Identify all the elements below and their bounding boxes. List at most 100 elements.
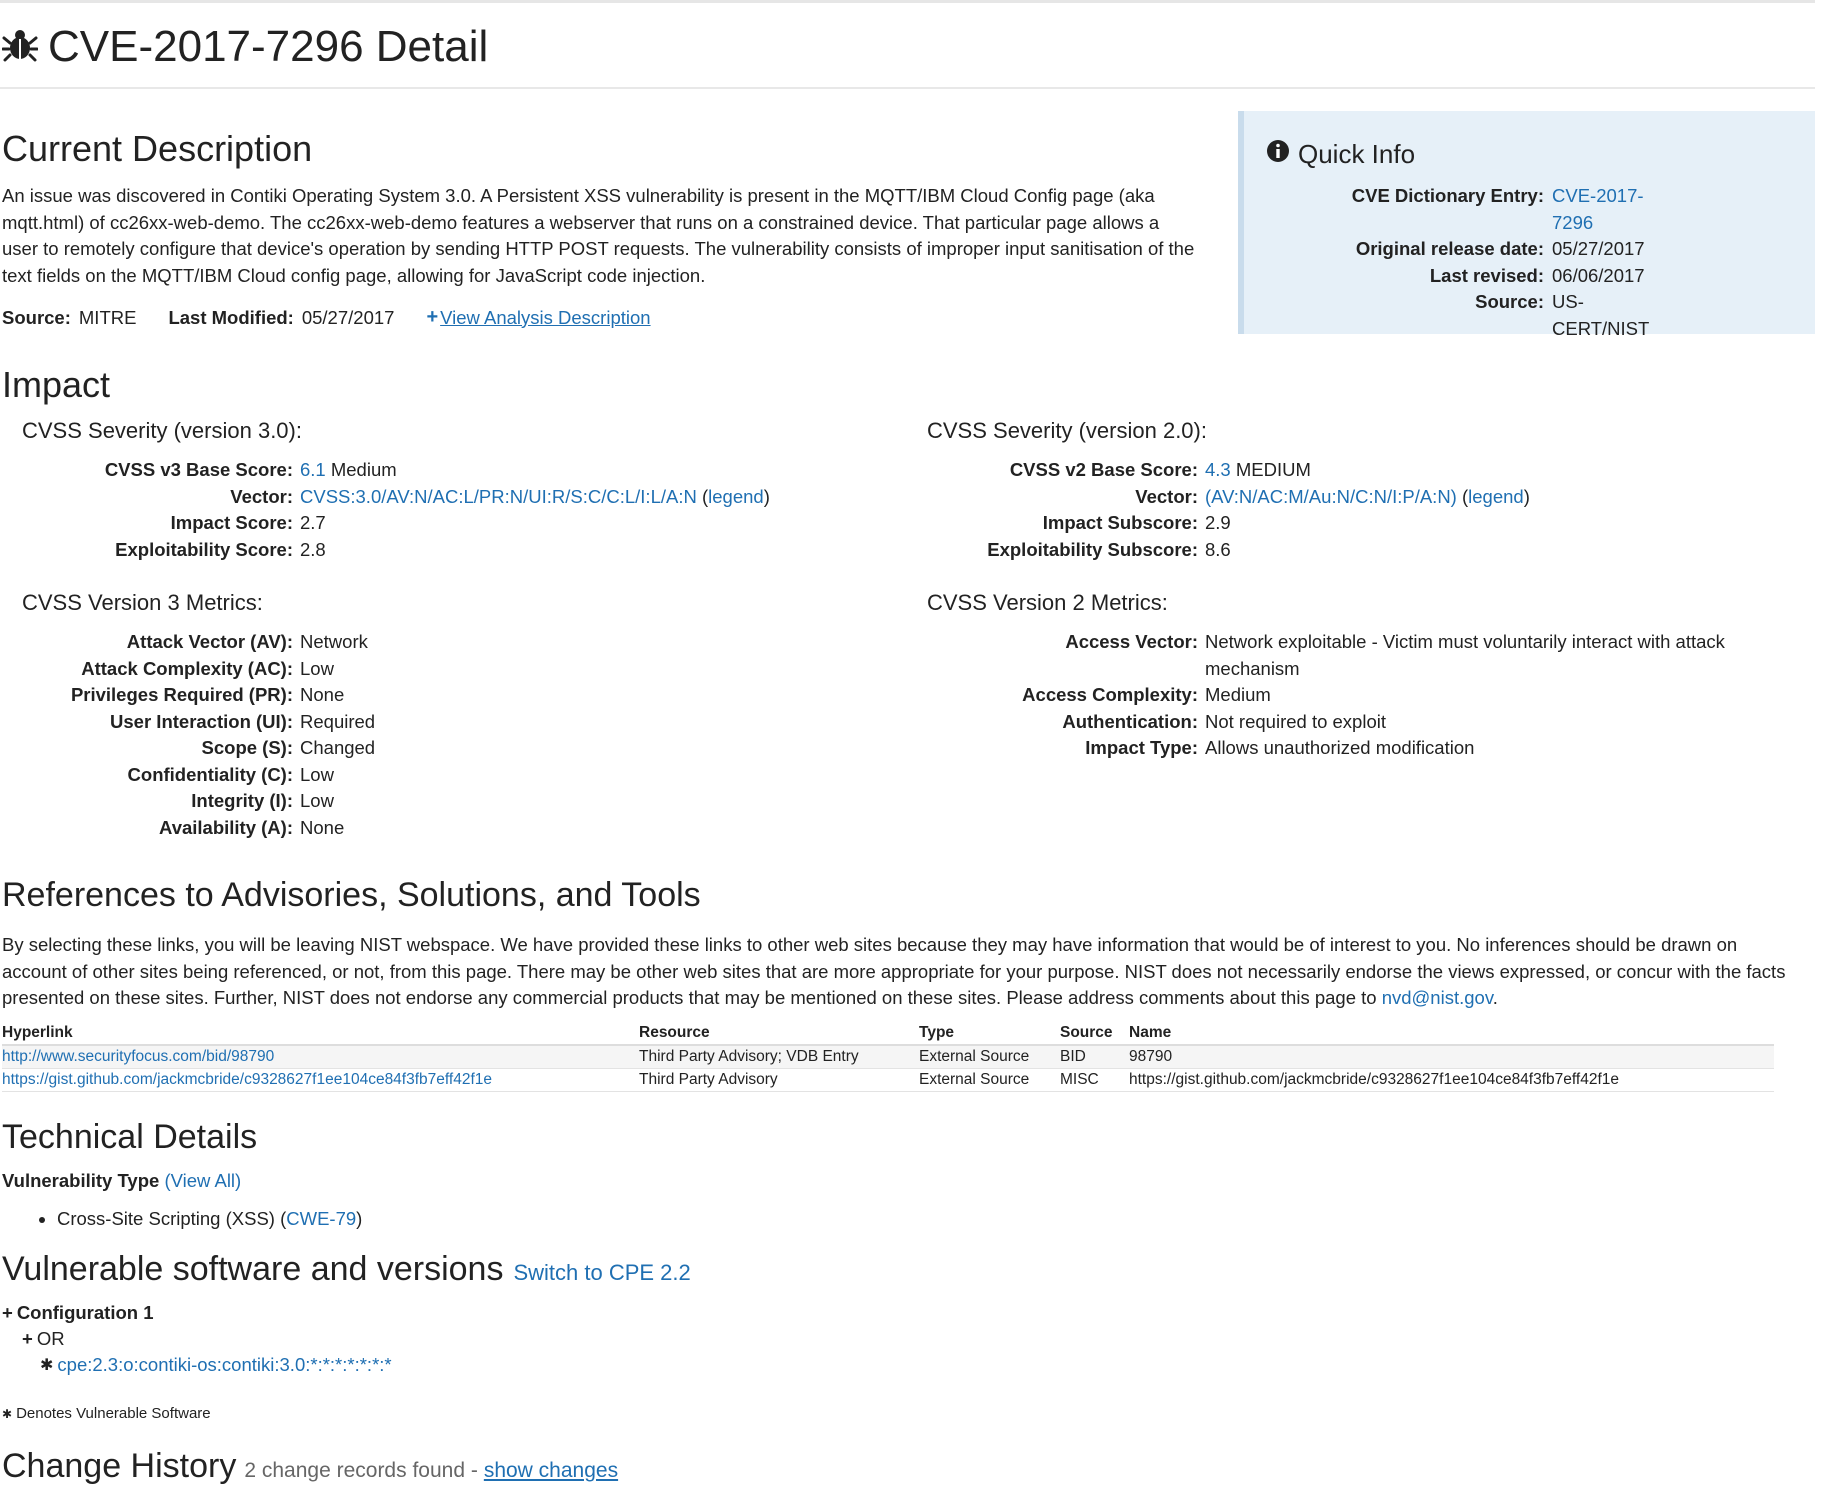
quick-info-title: Quick Info [1298,139,1416,169]
ref-name: 98790 [1129,1045,1774,1069]
v3-metric-label: Attack Vector (AV): [126,631,293,652]
quick-source-label: Source: [1475,291,1544,312]
cvss-v3-scores: CVSS v3 Base Score: 6.1 Medium Vector: C… [0,457,770,563]
cvss-v2-metrics-heading: CVSS Version 2 Metrics: [927,590,1168,615]
top-rule [0,0,1815,3]
v3-base-score-link[interactable]: 6.1 [300,459,326,480]
v3-metric-label: Attack Complexity (AC): [81,657,293,679]
v3-metric-value: None [300,816,345,838]
cvss-v3-heading: CVSS Severity (version 3.0): [22,418,302,443]
v3-exploit-value: 2.8 [300,538,326,560]
table-row: https://gist.github.com/jackmcbride/c932… [2,1068,1774,1092]
view-analysis-link[interactable]: View Analysis Description [440,307,650,329]
page-title: CVE-2017-7296 Detail [48,22,489,71]
software-heading: Vulnerable software and versions [2,1250,504,1288]
or-toggle[interactable]: + OR [22,1328,65,1350]
references-intro: By selecting these links, you will be le… [2,934,1786,1008]
v3-vector-link[interactable]: CVSS:3.0/AV:N/AC:L/PR:N/UI:R/S:C/C:L/I:L… [300,486,697,507]
v3-metric-value: Changed [300,737,376,758]
release-date-label: Original release date: [1355,238,1544,259]
plus-icon: + [426,306,439,328]
v2-base-label: CVSS v2 Base Score: [1009,459,1198,480]
v2-base-score-link[interactable]: 4.3 [1205,459,1231,480]
quick-info-header: Quick Info [1266,139,1415,170]
cvss-v2-scores: CVSS v2 Base Score: 4.3 MEDIUM Vector: (… [905,457,1530,563]
v2-exploit-label: Exploitability Subscore: [987,538,1198,560]
cwe-link[interactable]: CWE-79 [286,1208,356,1229]
table-row: http://www.securityfocus.com/bid/98790 T… [2,1045,1774,1069]
v3-metric-label: Confidentiality (C): [127,763,293,785]
info-icon [1266,139,1290,170]
v3-exploit-label: Exploitability Score: [115,538,293,560]
ref-hyperlink[interactable]: http://www.securityfocus.com/bid/98790 [2,1048,274,1065]
configuration-toggle[interactable]: + Configuration 1 [2,1302,154,1324]
v2-severity: MEDIUM [1235,459,1311,480]
software-header: Vulnerable software and versions Switch … [2,1250,691,1289]
vuln-type-list: Cross-Site Scripting (XSS) (CWE-79) [2,1208,362,1230]
v3-base-label: CVSS v3 Base Score: [104,459,293,480]
v2-metric-value: Allows unauthorized modification [1205,737,1475,758]
configuration-label: Configuration 1 [16,1302,154,1323]
v2-vector-link[interactable]: (AV:N/AC:M/Au:N/C:N/I:P/A:N) [1205,486,1457,507]
v2-impact-value: 2.9 [1205,512,1231,533]
change-history-heading: Change History [2,1447,237,1485]
page-header: CVE-2017-7296 Detail [1,22,489,72]
v2-base-score-row: 4.3 MEDIUM [1205,457,1530,484]
bug-icon [1,27,39,68]
col-name: Name [1129,1022,1774,1046]
cpe-row: ✱ cpe:2.3:o:contiki-os:contiki:3.0:*:*:*… [40,1354,392,1376]
switch-cpe-link[interactable]: Switch to CPE 2.2 [513,1260,690,1286]
cve-entry-link[interactable]: CVE-2017-7296 [1552,183,1664,236]
last-revised-value: 06/06/2017 [1552,264,1645,286]
description-text: An issue was discovered in Contiki Opera… [2,185,1195,286]
v2-metric-value: Medium [1205,684,1271,705]
quick-info-panel: Quick Info CVE Dictionary Entry: CVE-201… [1238,111,1815,339]
cvss-v3-metrics-heading: CVSS Version 3 Metrics: [22,590,263,615]
col-source: Source [1060,1022,1129,1046]
plus-icon: + [22,1328,33,1349]
v2-legend-link[interactable]: legend [1468,486,1524,507]
v3-metric-label: Availability (A): [159,816,293,838]
vulnerable-legend: ✱ Denotes Vulnerable Software [2,1405,211,1422]
view-all-link[interactable]: (View All) [164,1170,241,1191]
asterisk-icon: ✱ [2,1406,13,1421]
release-date-value: 05/27/2017 [1552,238,1645,259]
v3-severity: Medium [330,459,397,480]
v2-exploit-value: 8.6 [1205,538,1231,560]
col-type: Type [919,1022,1060,1046]
list-item: Cross-Site Scripting (XSS) (CWE-79) [57,1208,362,1230]
col-hyperlink: Hyperlink [2,1022,639,1046]
nist-email-link[interactable]: nvd@nist.gov [1382,987,1493,1008]
change-history: Change History 2 change records found - … [2,1447,618,1486]
description-meta: Source: MITRE Last Modified: 05/27/2017 … [2,306,651,329]
v3-metric-label: Privileges Required (PR): [70,684,293,705]
cvss-v2-heading: CVSS Severity (version 2.0): [927,418,1207,443]
v3-vector-row: CVSS:3.0/AV:N/AC:L/PR:N/UI:R/S:C/C:L/I:L… [300,485,770,507]
v3-metric-value: Network [300,631,368,652]
references-heading: References to Advisories, Solutions, and… [2,876,701,914]
ref-hyperlink[interactable]: https://gist.github.com/jackmcbride/c932… [2,1071,492,1088]
v3-metric-value: Required [300,710,376,732]
v2-vector-row: (AV:N/AC:M/Au:N/C:N/I:P/A:N) (legend) [1205,485,1530,507]
technical-heading: Technical Details [2,1118,258,1156]
col-resource: Resource [639,1022,919,1046]
v3-impact-value: 2.7 [300,512,326,533]
show-changes-link[interactable]: show changes [484,1459,618,1483]
ref-source: BID [1060,1045,1129,1069]
vuln-type-item: Cross-Site Scripting (XSS) [57,1208,275,1229]
v3-metric-value: Low [300,657,334,679]
vuln-type-row: Vulnerability Type (View All) [2,1170,241,1192]
v2-metric-value: Network exploitable - Victim must volunt… [1205,631,1725,679]
v3-metric-label: Integrity (I): [191,790,293,811]
cpe-link[interactable]: cpe:2.3:o:contiki-os:contiki:3.0:*:*:*:*… [57,1354,391,1376]
change-records-count: 2 change records found - [244,1459,478,1482]
v2-impact-label: Impact Subscore: [1042,512,1198,533]
v3-vector-label: Vector: [230,485,293,507]
v2-metric-label: Impact Type: [1085,737,1198,758]
v3-legend-link[interactable]: legend [708,486,764,507]
v2-metric-label: Access Vector: [1065,631,1198,652]
source-value: MITRE [78,306,137,328]
v3-metric-value: Low [300,763,334,785]
ref-resource: Third Party Advisory; VDB Entry [639,1045,919,1069]
description-heading: Current Description [2,128,313,169]
